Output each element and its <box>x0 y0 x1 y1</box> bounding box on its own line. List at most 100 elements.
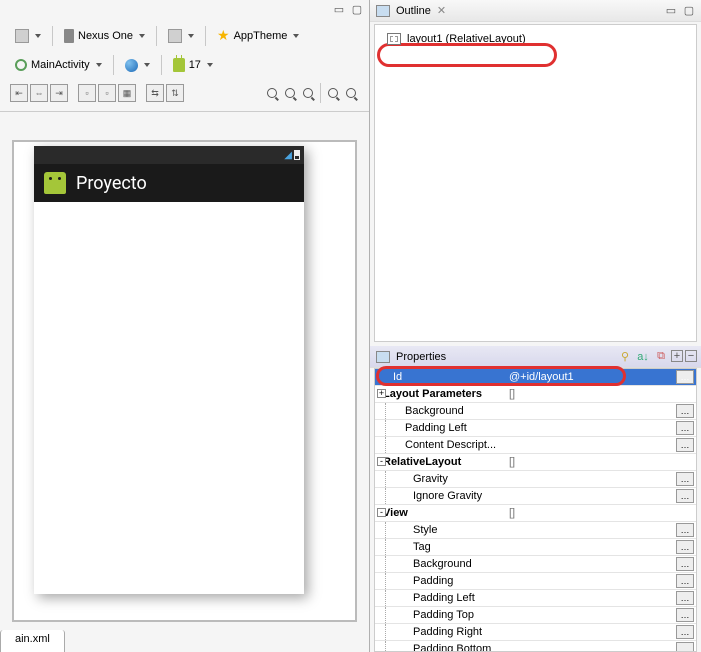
theme-dropdown[interactable]: ★ AppTheme <box>212 24 304 47</box>
zoom-fit-button[interactable] <box>264 85 280 101</box>
property-row[interactable]: -RelativeLayout[] <box>375 454 696 471</box>
api-dropdown[interactable]: 17 <box>168 55 218 75</box>
zoom-out-button[interactable] <box>325 85 341 101</box>
star-icon: ★ <box>217 27 230 44</box>
activity-label: MainActivity <box>31 59 90 71</box>
api-label: 17 <box>189 59 201 71</box>
activity-dropdown[interactable]: MainActivity <box>10 56 107 74</box>
property-name: Padding Top <box>375 609 505 621</box>
property-edit-button[interactable]: … <box>676 540 694 554</box>
property-edit-button[interactable]: … <box>676 438 694 452</box>
config-toolbar-1: Nexus One ★ AppTheme <box>0 20 369 51</box>
property-edit-button[interactable]: … <box>676 608 694 622</box>
outline-tree[interactable]: layout1 (RelativeLayout) <box>374 24 697 342</box>
property-edit-button[interactable]: … <box>676 642 694 652</box>
property-row[interactable]: Padding Bottom… <box>375 641 696 652</box>
outline-header[interactable]: Outline ✕ ▭ ▢ <box>370 0 701 22</box>
orientation-dropdown[interactable] <box>163 26 199 46</box>
property-name: Tag <box>375 541 505 553</box>
minimize-icon[interactable]: ▭ <box>663 4 679 18</box>
property-row[interactable]: Padding Top … <box>375 607 696 624</box>
property-edit-button[interactable]: … <box>676 404 694 418</box>
dist-h-button[interactable]: ▫ <box>78 84 96 102</box>
property-edit-button[interactable]: … <box>676 591 694 605</box>
property-edit-button[interactable]: … <box>676 557 694 571</box>
property-edit-button[interactable]: … <box>676 574 694 588</box>
advanced-icon[interactable]: ⧉ <box>653 350 669 364</box>
property-row[interactable]: +Layout Parameters[] <box>375 386 696 403</box>
collapse-icon[interactable]: − <box>685 350 697 362</box>
property-edit-button[interactable]: … <box>676 625 694 639</box>
config-dropdown[interactable] <box>10 26 46 46</box>
property-name: Padding Left <box>375 422 505 434</box>
preview-area: ◢ Proyecto <box>12 140 357 622</box>
sort-az-icon[interactable]: a↓ <box>635 350 651 364</box>
expander-icon[interactable]: - <box>377 508 386 517</box>
orientation-icon <box>168 29 182 43</box>
property-name: View <box>375 507 505 519</box>
property-row[interactable]: Tag … <box>375 539 696 556</box>
globe-icon <box>125 59 138 72</box>
property-value[interactable]: @+id/layout1 <box>505 371 676 383</box>
property-row[interactable]: Background… <box>375 556 696 573</box>
property-edit-button[interactable]: … <box>676 472 694 486</box>
property-row[interactable]: Padding Left … <box>375 420 696 437</box>
property-name: Ignore Gravity <box>375 490 505 502</box>
zoom-reset-button[interactable] <box>282 85 298 101</box>
maximize-icon[interactable]: ▢ <box>681 4 697 18</box>
properties-view-icon <box>376 351 390 363</box>
property-row[interactable]: Ignore Gravity … <box>375 488 696 505</box>
properties-table[interactable]: Id@+id/layout1…+Layout Parameters[]Backg… <box>374 368 697 652</box>
activity-icon <box>15 59 27 71</box>
dist-v-button[interactable]: ▫ <box>98 84 116 102</box>
close-view-icon[interactable]: ✕ <box>437 4 446 17</box>
align-right-button[interactable]: ⇥ <box>50 84 68 102</box>
property-row[interactable]: Padding Left… <box>375 590 696 607</box>
property-edit-button[interactable]: … <box>676 370 694 384</box>
properties-header[interactable]: Properties ⚲ a↓ ⧉ + − <box>370 346 701 368</box>
property-row[interactable]: Background … <box>375 403 696 420</box>
align-center-button[interactable]: ⇔ <box>30 84 48 102</box>
wrap-height-button[interactable]: ⇅ <box>166 84 184 102</box>
file-tab[interactable]: ain.xml <box>0 630 65 652</box>
property-row[interactable]: Padding Right… <box>375 624 696 641</box>
property-name: Style <box>375 524 505 536</box>
zoom-100-button[interactable] <box>300 85 316 101</box>
property-row[interactable]: Padding… <box>375 573 696 590</box>
property-value[interactable]: [] <box>505 456 696 468</box>
property-edit-button[interactable]: … <box>676 489 694 503</box>
device-preview[interactable]: ◢ Proyecto <box>34 146 304 594</box>
property-value[interactable]: [] <box>505 388 696 400</box>
minimize-icon[interactable]: ▭ <box>331 2 347 16</box>
outline-item-label: layout1 (RelativeLayout) <box>407 33 526 45</box>
maximize-icon[interactable]: ▢ <box>349 2 365 16</box>
device-label: Nexus One <box>78 30 133 42</box>
expand-icon[interactable]: + <box>671 350 683 362</box>
expander-icon[interactable]: - <box>377 457 386 466</box>
zoom-in-button[interactable] <box>343 85 359 101</box>
property-name: Gravity <box>375 473 505 485</box>
locale-dropdown[interactable] <box>120 56 155 75</box>
property-name: Layout Parameters <box>375 388 505 400</box>
design-editor-pane: ▭ ▢ Nexus One ★ AppTheme MainActivity <box>0 0 370 652</box>
outline-item-layout1[interactable]: layout1 (RelativeLayout) <box>383 31 688 47</box>
filter-icon[interactable]: ⚲ <box>617 350 633 364</box>
wrap-width-button[interactable]: ⇆ <box>146 84 164 102</box>
signal-icon: ◢ <box>284 150 292 161</box>
align-left-button[interactable]: ⇤ <box>10 84 28 102</box>
property-name: Background <box>375 405 505 417</box>
expander-icon[interactable]: + <box>377 389 386 398</box>
property-edit-button[interactable]: … <box>676 523 694 537</box>
property-value[interactable]: [] <box>505 507 696 519</box>
property-row[interactable]: Content Descript...… <box>375 437 696 454</box>
property-row[interactable]: Style … <box>375 522 696 539</box>
property-name: RelativeLayout <box>375 456 505 468</box>
phone-icon <box>64 29 74 43</box>
grid-button[interactable]: ▦ <box>118 84 136 102</box>
layout-toolbar: ⇤ ⇔ ⇥ ▫ ▫ ▦ ⇆ ⇅ <box>0 79 369 112</box>
property-row[interactable]: Gravity … <box>375 471 696 488</box>
property-row[interactable]: -View[] <box>375 505 696 522</box>
device-dropdown[interactable]: Nexus One <box>59 26 150 46</box>
property-edit-button[interactable]: … <box>676 421 694 435</box>
property-row[interactable]: Id@+id/layout1… <box>375 369 696 386</box>
